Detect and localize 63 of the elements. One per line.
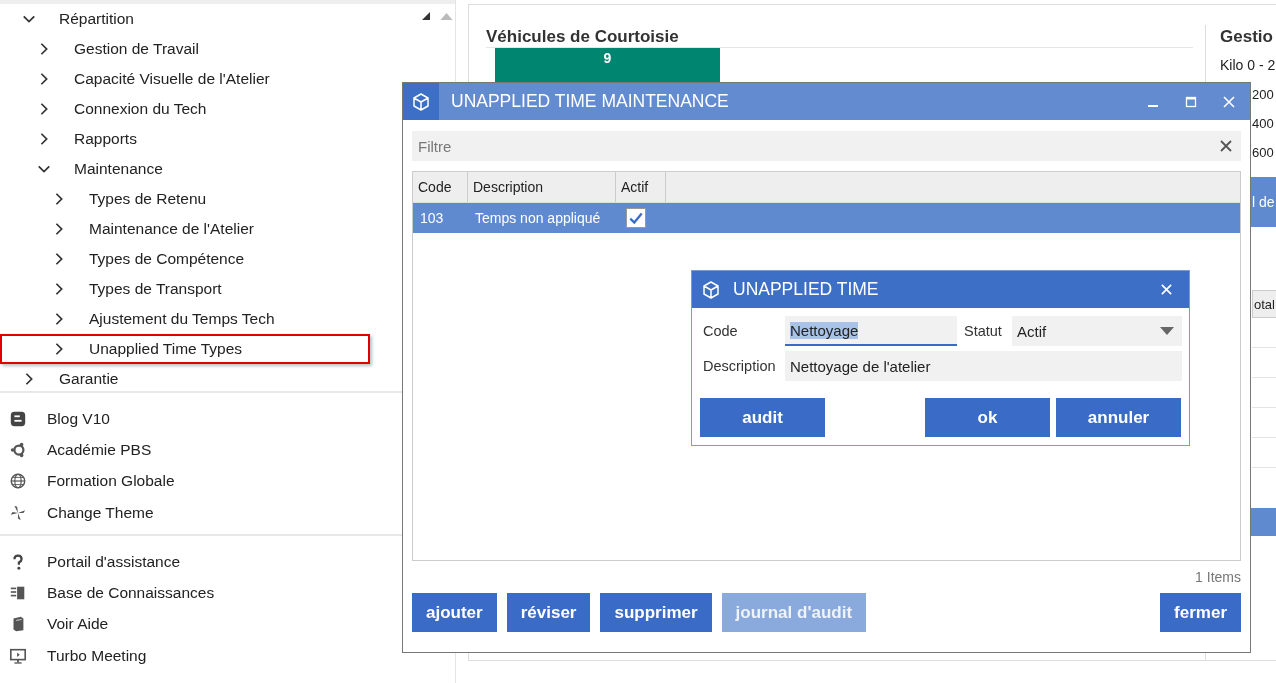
close-button[interactable]: fermer: [1160, 593, 1241, 632]
window-title: UNAPPLIED TIME MAINTENANCE: [451, 91, 729, 112]
checkbox[interactable]: [626, 208, 646, 228]
globe-icon: [9, 472, 27, 491]
description-field[interactable]: Nettoyage de l'atelier: [785, 351, 1182, 381]
cube-icon: [411, 91, 431, 112]
range-label: 600: [1252, 145, 1274, 160]
tree-item[interactable]: Maintenance: [74, 160, 163, 178]
close-icon[interactable]: [1160, 283, 1173, 296]
filter-field[interactable]: Filtre: [412, 131, 1241, 161]
status-dropdown[interactable]: Actif: [1012, 316, 1182, 346]
tree-item[interactable]: Gestion de Travail: [74, 40, 199, 58]
tree-item[interactable]: Garantie: [59, 370, 119, 388]
tree-item[interactable]: Capacité Visuelle de l'Atelier: [74, 70, 270, 88]
dialog-button[interactable]: annuler: [1056, 398, 1181, 437]
tree-item[interactable]: Connexion du Tech: [74, 100, 207, 118]
action-button[interactable]: supprimer: [600, 593, 712, 632]
action-button[interactable]: réviser: [506, 593, 591, 632]
sidebar-link[interactable]: Change Theme: [47, 503, 154, 522]
pinwheel-icon: [9, 503, 27, 522]
tree-item[interactable]: Types de Retenu: [89, 190, 207, 208]
clear-icon[interactable]: [1219, 139, 1233, 153]
tree-item[interactable]: Répartition: [59, 10, 134, 28]
close-icon[interactable]: [1222, 94, 1236, 109]
field-label: Code: [703, 323, 739, 339]
table-cell-text: 103: [419, 209, 445, 228]
tree-item[interactable]: Ajustement du Temps Tech: [89, 310, 275, 328]
table-cell-text: Temps non appliqué: [474, 209, 602, 228]
panel-title: Gestio: [1220, 27, 1274, 47]
tree-item[interactable]: Maintenance de l'Atelier: [89, 220, 254, 238]
sidebar-link[interactable]: Base de Connaissances: [47, 584, 215, 603]
tree-item[interactable]: Unapplied Time Types: [89, 340, 243, 358]
tree-item[interactable]: Rapports: [74, 130, 137, 148]
card-title: Véhicules de Courtoisie: [486, 27, 680, 47]
caret-icon: [1160, 327, 1174, 335]
cube-icon: [701, 279, 721, 300]
code-field[interactable]: Nettoyage: [785, 316, 957, 346]
action-button[interactable]: ajouter: [412, 593, 497, 632]
field-label: Statut: [963, 323, 1003, 339]
range-label: 400: [1252, 116, 1274, 131]
sidebar-link[interactable]: Portail d'assistance: [47, 552, 181, 571]
item-count: 1 Items: [1194, 569, 1241, 585]
blog-icon: [9, 409, 27, 428]
resize-corner-icon[interactable]: [422, 12, 430, 20]
monitor-icon: [9, 646, 27, 665]
sidebar-link[interactable]: Voir Aide: [47, 615, 109, 634]
column-header[interactable]: Actif: [616, 172, 666, 202]
sidebar-link[interactable]: Formation Globale: [47, 472, 175, 491]
tree-item[interactable]: Types de Transport: [89, 280, 222, 298]
dialog-title: UNAPPLIED TIME: [733, 279, 879, 300]
column-header[interactable]: Description: [468, 172, 616, 202]
column-header: otal: [1252, 290, 1276, 318]
audit-button[interactable]: audit: [700, 398, 825, 437]
tree-item[interactable]: Types de Compétence: [89, 250, 245, 268]
range-label: Kilo 0 - 2: [1220, 57, 1276, 73]
range-label: 200: [1252, 87, 1274, 102]
sidebar-link[interactable]: Blog V10: [47, 409, 110, 428]
sidebar-link[interactable]: Académie PBS: [47, 440, 152, 459]
sidebar-link[interactable]: Turbo Meeting: [47, 646, 147, 665]
maximize-icon[interactable]: [1184, 94, 1198, 109]
column-header[interactable]: Code: [413, 172, 468, 202]
dialog-button[interactable]: ok: [925, 398, 1050, 437]
field-label: Description: [703, 358, 777, 374]
